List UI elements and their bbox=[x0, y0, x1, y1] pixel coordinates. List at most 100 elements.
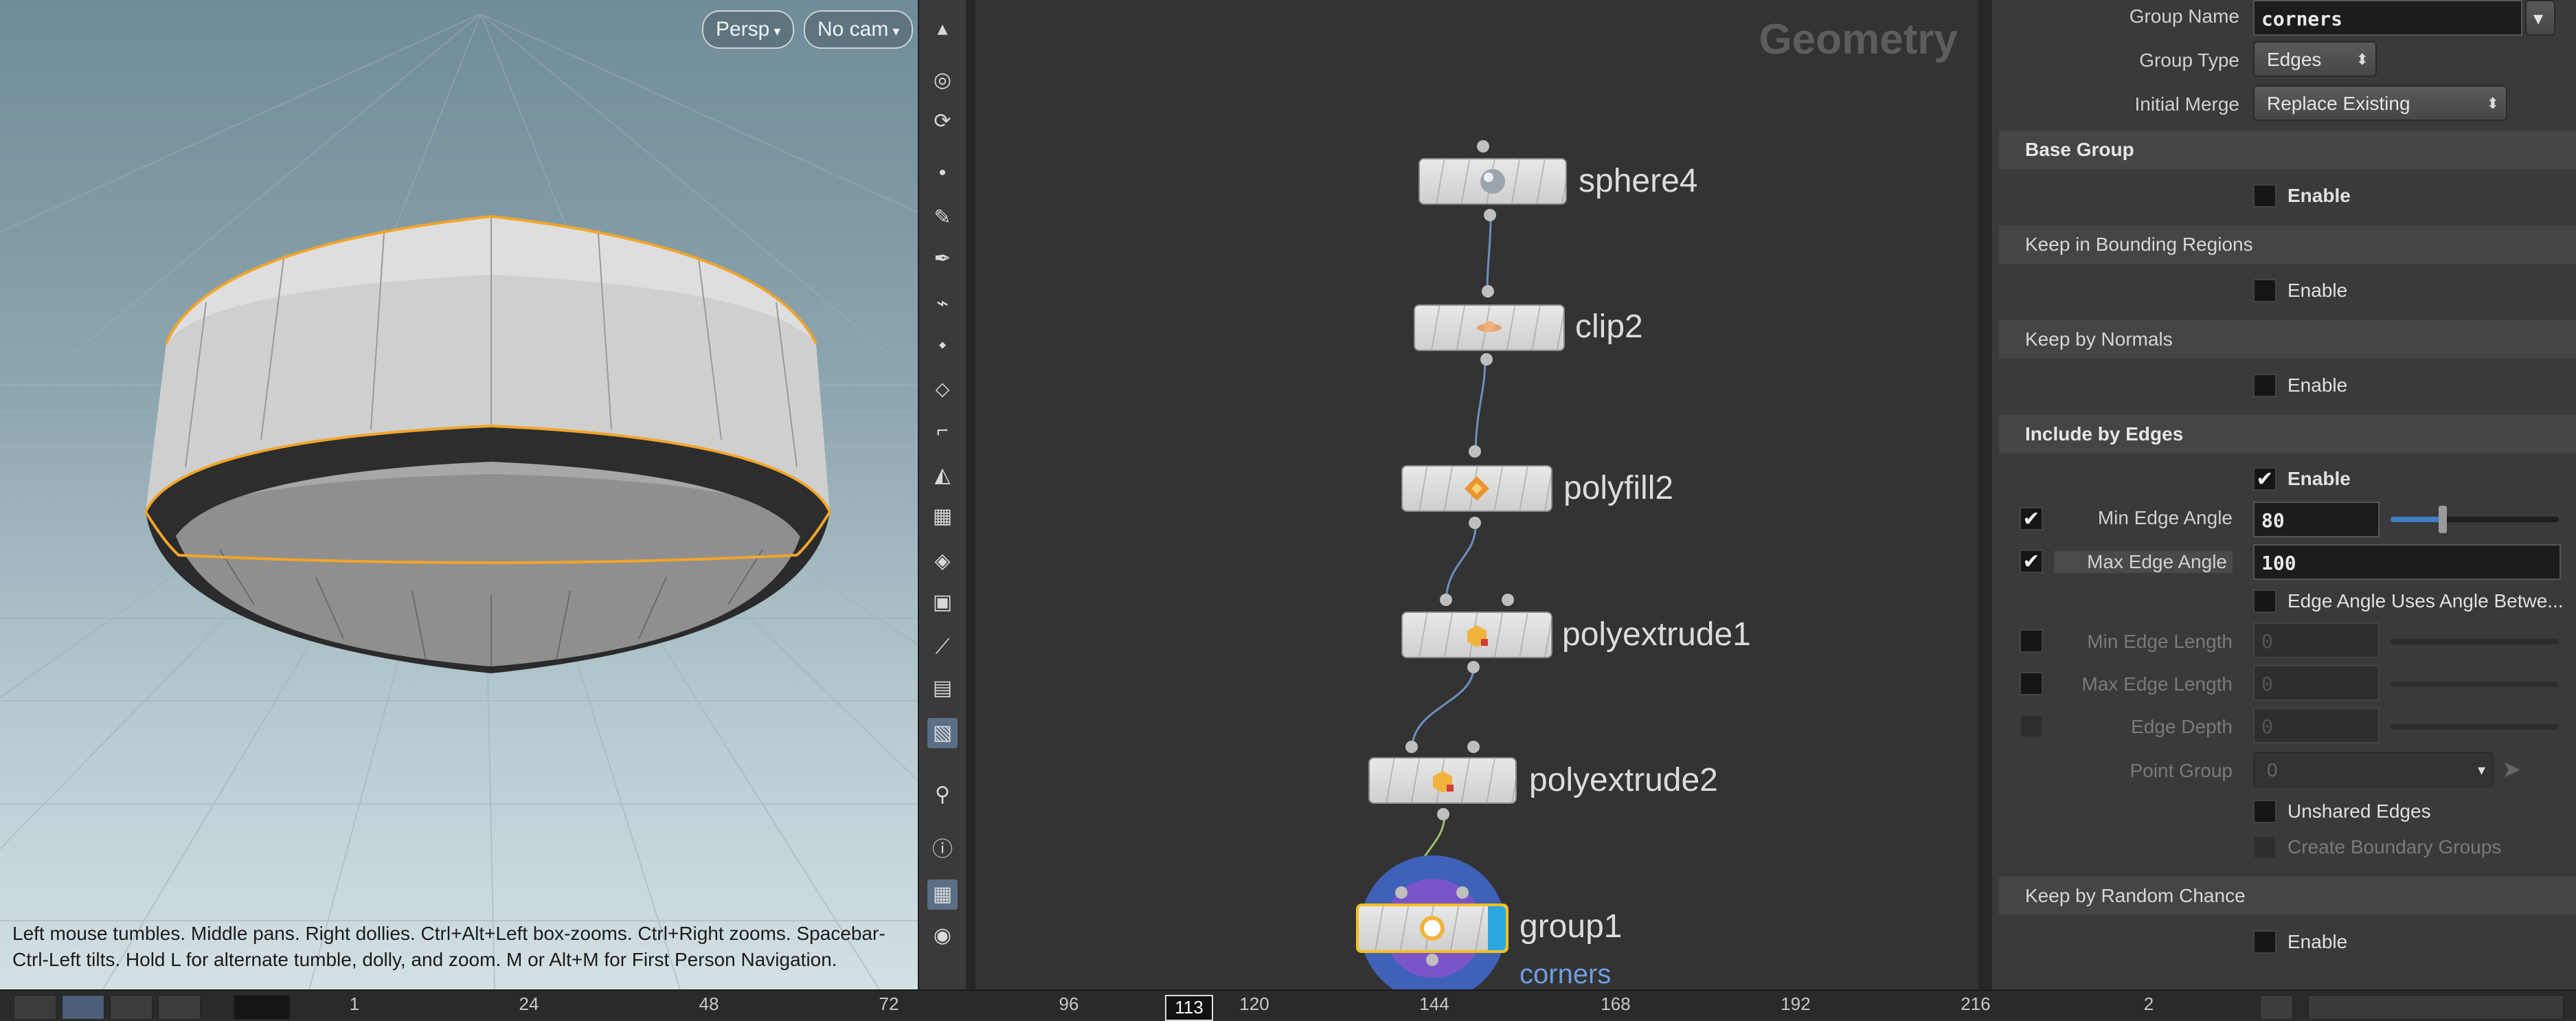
pane-divider[interactable] bbox=[1978, 0, 1992, 989]
min-edge-length-field[interactable]: 0 bbox=[2253, 622, 2380, 658]
base-group-enable-checkbox[interactable] bbox=[2253, 184, 2276, 207]
section-keep-normals[interactable]: Keep by Normals bbox=[1999, 320, 2576, 359]
point-group-field[interactable]: 0 ▾ bbox=[2253, 752, 2494, 787]
max-edge-angle-field[interactable]: 100 bbox=[2253, 544, 2561, 580]
edge-depth-label: Edge Depth bbox=[2131, 716, 2233, 737]
bone-icon[interactable]: ⟋ bbox=[927, 632, 958, 662]
network-editor[interactable]: Geometry sphere4 clip2 polyfill2 polyext… bbox=[975, 0, 1978, 989]
random-enable-checkbox[interactable] bbox=[2253, 930, 2276, 954]
camera-view-menu[interactable]: Persp ▾ bbox=[702, 10, 795, 49]
clip-icon bbox=[1477, 321, 1502, 332]
timeline-button[interactable] bbox=[14, 995, 56, 1020]
arrow-icon[interactable]: ➤ bbox=[2502, 756, 2522, 783]
edge-depth-field[interactable]: 0 bbox=[2253, 708, 2380, 743]
section-base-group[interactable]: Base Group bbox=[1999, 131, 2576, 169]
output-port[interactable] bbox=[1426, 954, 1438, 966]
edit-icon[interactable]: ⬩ bbox=[927, 330, 958, 360]
edges-enable-checkbox[interactable]: ✔ bbox=[2253, 467, 2276, 491]
max-edge-length-field[interactable]: 0 bbox=[2253, 665, 2380, 701]
input-port[interactable] bbox=[1456, 886, 1469, 899]
eye-icon[interactable]: ◉ bbox=[927, 921, 958, 951]
input-port[interactable] bbox=[1440, 594, 1452, 606]
max-edge-length-toggle[interactable] bbox=[2020, 672, 2043, 695]
edge-depth-toggle[interactable] bbox=[2020, 715, 2043, 738]
chevron-down-icon: ▾ bbox=[892, 24, 900, 39]
section-keep-random[interactable]: Keep by Random Chance bbox=[1999, 877, 2576, 915]
polyfill-icon bbox=[1465, 476, 1489, 501]
input-port[interactable] bbox=[1469, 445, 1481, 458]
section-keep-bounding[interactable]: Keep in Bounding Regions bbox=[1999, 225, 2576, 264]
edge-depth-slider[interactable] bbox=[2391, 724, 2559, 730]
timeline-button[interactable] bbox=[110, 995, 152, 1020]
node-clip2[interactable] bbox=[1414, 304, 1565, 351]
group-type-select[interactable]: Edges ⬍ bbox=[2253, 41, 2377, 77]
pin-icon[interactable]: ⚲ bbox=[927, 780, 958, 810]
output-port[interactable] bbox=[1469, 517, 1481, 529]
node-polyfill2[interactable] bbox=[1401, 465, 1552, 512]
group-name-menu[interactable]: ▾ bbox=[2525, 0, 2555, 36]
timeline-button[interactable] bbox=[2260, 995, 2293, 1020]
info-icon[interactable]: ⓘ bbox=[927, 835, 958, 865]
initial-merge-select[interactable]: Replace Existing ⬍ bbox=[2253, 85, 2507, 121]
input-port[interactable] bbox=[1477, 140, 1489, 153]
brush-icon[interactable]: ✎ bbox=[927, 203, 958, 233]
layout-icon[interactable]: ▦ bbox=[927, 879, 958, 910]
frame-tick: 48 bbox=[699, 994, 719, 1014]
edge-angle-uses-checkbox[interactable] bbox=[2253, 590, 2276, 613]
node-polyextrude1[interactable] bbox=[1401, 612, 1552, 658]
input-port[interactable] bbox=[1482, 285, 1494, 298]
layer-icon[interactable]: ▤ bbox=[927, 673, 958, 704]
unshared-edges-label: Unshared Edges bbox=[2287, 800, 2431, 822]
initial-merge-label: Initial Merge bbox=[2134, 93, 2239, 115]
camera-menu[interactable]: No cam ▾ bbox=[804, 10, 914, 49]
handle-icon[interactable]: ⬦ bbox=[927, 374, 958, 405]
output-port[interactable] bbox=[1484, 209, 1496, 221]
max-edge-angle-toggle[interactable]: ✔ bbox=[2020, 550, 2043, 573]
unshared-edges-checkbox[interactable] bbox=[2253, 800, 2276, 823]
min-edge-length-slider[interactable] bbox=[2391, 639, 2559, 644]
timeline-range-field[interactable] bbox=[2308, 995, 2564, 1020]
snap-icon[interactable]: ⌁ bbox=[927, 289, 958, 319]
timeline-field[interactable] bbox=[234, 995, 290, 1020]
display-flag[interactable] bbox=[1488, 906, 1506, 950]
pen-icon[interactable]: ✒ bbox=[927, 244, 958, 274]
input-port[interactable] bbox=[1395, 886, 1408, 899]
timeline-button[interactable] bbox=[62, 995, 104, 1020]
input-port[interactable] bbox=[1467, 741, 1480, 753]
background-icon[interactable]: ▧ bbox=[927, 718, 958, 748]
corner-icon[interactable]: ⌐ bbox=[927, 416, 958, 446]
point-icon[interactable]: • bbox=[927, 158, 958, 188]
create-boundary-checkbox[interactable] bbox=[2253, 835, 2276, 859]
bounding-enable-checkbox[interactable] bbox=[2253, 279, 2276, 302]
node-polyextrude2[interactable] bbox=[1368, 757, 1517, 804]
current-frame-marker[interactable]: 113 bbox=[1165, 995, 1213, 1021]
node-label: polyextrude1 bbox=[1562, 616, 1751, 653]
tumble-icon[interactable]: ⟳ bbox=[927, 106, 958, 137]
group-name-field[interactable]: corners bbox=[2253, 0, 2522, 36]
scene-viewport[interactable]: Persp ▾ No cam ▾ Left mouse tumbles. Middl… bbox=[0, 0, 918, 989]
slider-handle[interactable] bbox=[2439, 506, 2447, 533]
output-port[interactable] bbox=[1467, 661, 1480, 673]
node-sphere4[interactable] bbox=[1419, 158, 1567, 205]
grid-icon[interactable]: ▦ bbox=[927, 502, 958, 532]
polyextrude-icon bbox=[1433, 771, 1454, 793]
output-port[interactable] bbox=[1480, 353, 1493, 366]
select-icon[interactable]: ▴ bbox=[927, 14, 958, 44]
min-edge-angle-toggle[interactable]: ✔ bbox=[2020, 507, 2043, 530]
timeline-button[interactable] bbox=[158, 995, 201, 1020]
light-icon[interactable]: ◭ bbox=[927, 460, 958, 491]
min-edge-length-toggle[interactable] bbox=[2020, 629, 2043, 653]
node-group1[interactable] bbox=[1356, 904, 1509, 953]
normals-enable-checkbox[interactable] bbox=[2253, 374, 2276, 397]
pane-divider[interactable] bbox=[966, 0, 975, 989]
input-port[interactable] bbox=[1405, 741, 1418, 753]
display-icon[interactable]: ◈ bbox=[927, 546, 958, 576]
timeline-bar[interactable]: 1 24 48 72 96 120 144 168 192 216 2 113 bbox=[0, 989, 2576, 1021]
min-edge-angle-field[interactable]: 80 bbox=[2253, 502, 2380, 537]
output-port[interactable] bbox=[1437, 808, 1449, 820]
material-icon[interactable]: ▣ bbox=[927, 587, 958, 618]
max-edge-length-slider[interactable] bbox=[2391, 682, 2559, 687]
view-icon[interactable]: ◎ bbox=[927, 65, 958, 96]
input-port[interactable] bbox=[1502, 594, 1514, 606]
section-include-edges[interactable]: Include by Edges bbox=[1999, 415, 2576, 453]
